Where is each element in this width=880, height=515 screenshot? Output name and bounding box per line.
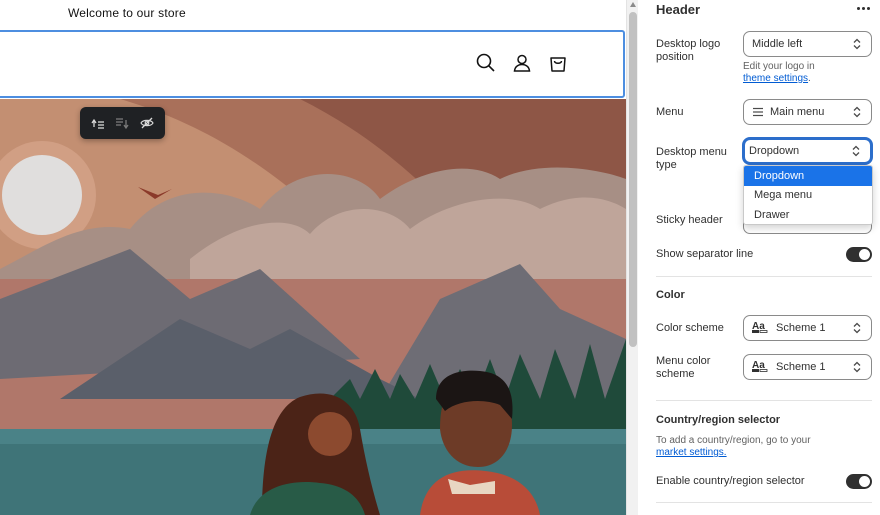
search-icon[interactable] xyxy=(475,52,497,74)
dropdown-option[interactable]: Mega menu xyxy=(744,186,872,206)
separator-label: Show separator line xyxy=(656,248,754,260)
settings-panel: Header Desktop logo position Middle left… xyxy=(638,0,880,515)
sticky-header-label: Sticky header xyxy=(656,214,723,226)
move-down-icon[interactable] xyxy=(113,114,131,132)
select-caret-icon xyxy=(853,361,861,373)
enable-country-label: Enable country/region selector xyxy=(656,475,805,487)
enable-country-toggle[interactable] xyxy=(846,474,872,489)
menu-list-icon xyxy=(753,107,763,117)
select-caret-icon xyxy=(853,106,861,118)
panel-title: Header xyxy=(656,2,701,17)
preview-scrollbar[interactable] xyxy=(626,0,638,515)
separator-toggle[interactable] xyxy=(846,247,872,262)
menu-select[interactable]: Main menu xyxy=(743,99,872,125)
store-header-section[interactable] xyxy=(0,30,625,98)
select-caret-icon xyxy=(853,322,861,334)
country-section-title: Country/region selector xyxy=(656,414,781,426)
section-toolbar xyxy=(80,107,165,139)
color-scheme-icon: Aa xyxy=(752,360,768,373)
menu-type-dropdown-list: Dropdown Mega menu Drawer xyxy=(743,165,873,225)
market-settings-link[interactable]: market settings. xyxy=(656,447,811,459)
move-up-icon[interactable] xyxy=(89,114,107,132)
divider xyxy=(656,400,872,401)
color-scheme-icon: Aa xyxy=(752,321,768,334)
more-actions-icon[interactable] xyxy=(852,0,874,16)
cart-icon[interactable] xyxy=(547,52,569,74)
menu-label: Menu xyxy=(656,106,684,118)
divider xyxy=(656,502,872,503)
color-section-title: Color xyxy=(656,289,685,301)
color-scheme-label: Color scheme xyxy=(656,322,724,334)
menu-type-select[interactable]: Dropdown xyxy=(743,138,872,164)
account-icon[interactable] xyxy=(511,52,533,74)
theme-settings-link[interactable]: theme settings xyxy=(743,73,808,84)
scrollbar-thumb[interactable] xyxy=(629,12,637,347)
dropdown-option[interactable]: Dropdown xyxy=(744,166,872,186)
store-preview: Welcome to our store xyxy=(0,0,626,515)
hero-image xyxy=(0,99,626,515)
country-hint: To add a country/region, go to your mark… xyxy=(656,435,811,459)
hide-icon[interactable] xyxy=(138,114,156,132)
scroll-up-arrow-icon[interactable] xyxy=(630,2,636,7)
select-caret-icon xyxy=(852,145,860,157)
menu-color-scheme-select[interactable]: Aa Scheme 1 xyxy=(743,354,872,380)
menu-type-label: Desktop menu type xyxy=(656,146,727,171)
dropdown-option[interactable]: Drawer xyxy=(744,205,872,224)
logo-position-select[interactable]: Middle left xyxy=(743,31,872,57)
divider xyxy=(656,276,872,277)
logo-hint: Edit your logo in theme settings. xyxy=(743,61,815,84)
color-scheme-select[interactable]: Aa Scheme 1 xyxy=(743,315,872,341)
logo-position-label: Desktop logo position xyxy=(656,38,721,63)
select-caret-icon xyxy=(853,38,861,50)
announcement-bar-text: Welcome to our store xyxy=(68,6,186,20)
menu-color-scheme-label: Menu color scheme xyxy=(656,355,711,380)
